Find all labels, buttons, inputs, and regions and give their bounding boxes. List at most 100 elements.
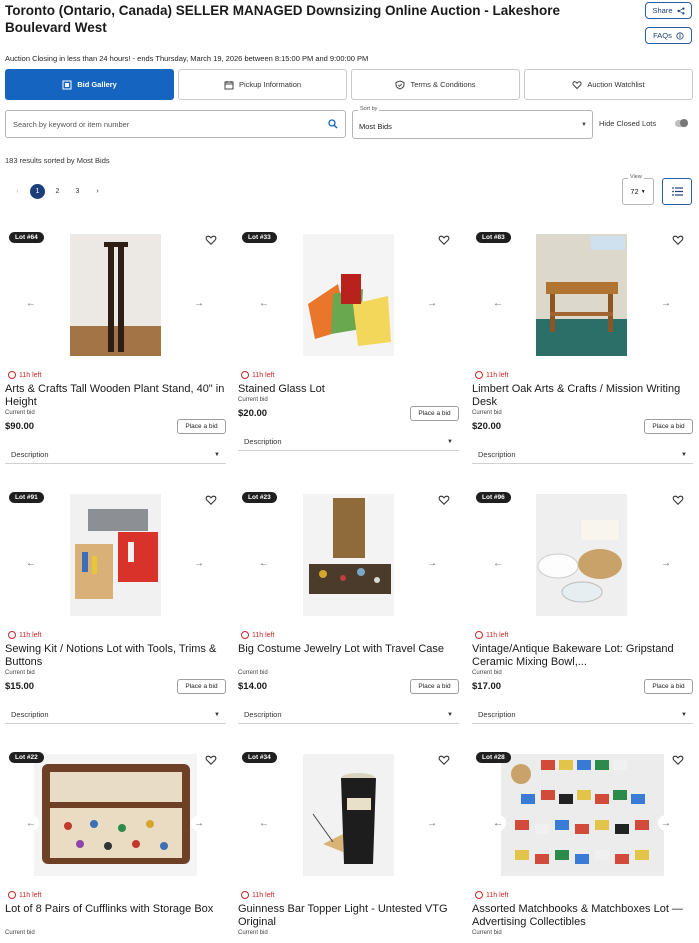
lot-photo[interactable] bbox=[303, 494, 394, 616]
sort-select[interactable]: Sort by Most Bids ▼ bbox=[352, 106, 593, 139]
chevron-down-icon: ▼ bbox=[681, 451, 687, 458]
description-toggle[interactable]: Description ▼ bbox=[238, 433, 459, 451]
page-button[interactable]: 3 bbox=[70, 184, 85, 199]
hide-closed-toggle[interactable] bbox=[675, 119, 688, 127]
prev-image-icon[interactable]: ← bbox=[490, 555, 506, 571]
next-image-icon[interactable]: → bbox=[424, 815, 440, 831]
prev-image-icon[interactable]: ← bbox=[256, 555, 272, 571]
lot-title[interactable]: Guinness Bar Topper Light - Untested VTG… bbox=[238, 903, 459, 929]
time-left-text: 11h left bbox=[19, 631, 42, 639]
tab-label: Terms & Conditions bbox=[410, 80, 476, 89]
chevron-down-icon: ▼ bbox=[640, 188, 646, 195]
next-image-icon[interactable]: → bbox=[191, 555, 207, 571]
description-label: Description bbox=[244, 437, 282, 446]
prev-page-button[interactable]: ‹ bbox=[10, 184, 25, 199]
next-image-icon[interactable]: → bbox=[191, 815, 207, 831]
lot-title[interactable]: Arts & Crafts Tall Wooden Plant Stand, 4… bbox=[5, 383, 226, 409]
next-image-icon[interactable]: → bbox=[658, 295, 674, 311]
tab-auction-watchlist[interactable]: Auction Watchlist bbox=[524, 69, 693, 100]
lot-photo[interactable] bbox=[70, 234, 161, 356]
search-input[interactable]: Search by keyword or item number bbox=[5, 110, 346, 138]
place-bid-button[interactable]: Place a bid bbox=[410, 406, 459, 421]
watch-heart-icon[interactable] bbox=[438, 494, 450, 506]
lot-card[interactable]: Lot #64 ← → 11h left Arts & Crafts Tall … bbox=[5, 226, 226, 478]
lot-title[interactable]: Vintage/Antique Bakeware Lot: Gripstand … bbox=[472, 643, 693, 669]
lot-photo[interactable] bbox=[34, 754, 197, 876]
lot-title[interactable]: Lot of 8 Pairs of Cufflinks with Storage… bbox=[5, 903, 226, 916]
view-count-select[interactable]: 72 ▼ bbox=[622, 178, 654, 205]
lot-card[interactable]: Lot #34 ← → 11h left Guinness Bar Topper… bbox=[238, 746, 459, 943]
lot-card[interactable]: Lot #33 ← → 11h left Stained Glass Lot C… bbox=[238, 226, 459, 478]
place-bid-button[interactable]: Place a bid bbox=[644, 419, 693, 434]
watch-heart-icon[interactable] bbox=[672, 234, 684, 246]
time-left-text: 11h left bbox=[252, 371, 275, 379]
share-button[interactable]: Share bbox=[645, 2, 692, 19]
next-image-icon[interactable]: → bbox=[191, 295, 207, 311]
place-bid-button[interactable]: Place a bid bbox=[410, 679, 459, 694]
lot-card[interactable]: Lot #83 ← → 11h left Limbert Oak Arts & … bbox=[472, 226, 693, 478]
watch-heart-icon[interactable] bbox=[438, 234, 450, 246]
next-image-icon[interactable]: → bbox=[658, 815, 674, 831]
prev-image-icon[interactable]: ← bbox=[23, 555, 39, 571]
time-left-text: 11h left bbox=[486, 631, 509, 639]
watch-heart-icon[interactable] bbox=[438, 754, 450, 766]
search-icon[interactable] bbox=[328, 119, 338, 129]
lot-photo[interactable] bbox=[501, 754, 664, 876]
place-bid-button[interactable]: Place a bid bbox=[177, 679, 226, 694]
watch-heart-icon[interactable] bbox=[672, 494, 684, 506]
lot-title[interactable]: Limbert Oak Arts & Crafts / Mission Writ… bbox=[472, 383, 693, 409]
lot-title[interactable]: Sewing Kit / Notions Lot with Tools, Tri… bbox=[5, 643, 226, 669]
prev-image-icon[interactable]: ← bbox=[23, 815, 39, 831]
next-image-icon[interactable]: → bbox=[424, 555, 440, 571]
watch-heart-icon[interactable] bbox=[672, 754, 684, 766]
lot-card[interactable]: Lot #23 ← → 11h left Big Costume Jewelry… bbox=[238, 486, 459, 738]
list-view-button[interactable] bbox=[662, 178, 692, 205]
lot-photo[interactable] bbox=[303, 754, 394, 876]
lot-photo[interactable] bbox=[70, 494, 161, 616]
tab-terms-conditions[interactable]: Terms & Conditions bbox=[351, 69, 520, 100]
current-bid-label: Current bid bbox=[238, 930, 268, 936]
description-toggle[interactable]: Description ▼ bbox=[472, 446, 693, 464]
prev-image-icon[interactable]: ← bbox=[256, 295, 272, 311]
time-left-text: 11h left bbox=[252, 631, 275, 639]
pagination: ‹ 1 2 3 › bbox=[10, 184, 105, 199]
place-bid-button[interactable]: Place a bid bbox=[177, 419, 226, 434]
prev-image-icon[interactable]: ← bbox=[490, 815, 506, 831]
faq-button[interactable]: FAQs bbox=[645, 27, 692, 44]
lot-card[interactable]: Lot #28 ← → 11h left Assorted Matchbooks… bbox=[472, 746, 693, 943]
view-count-value: 72 bbox=[630, 187, 639, 196]
lot-title[interactable]: Big Costume Jewelry Lot with Travel Case bbox=[238, 643, 459, 656]
next-image-icon[interactable]: → bbox=[424, 295, 440, 311]
tab-bid-gallery[interactable]: Bid Gallery bbox=[5, 69, 174, 100]
time-left: 11h left bbox=[8, 371, 41, 379]
lot-card[interactable]: Lot #22 ← → 11h left Lot of 8 Pairs of C… bbox=[5, 746, 226, 943]
lot-title[interactable]: Stained Glass Lot bbox=[238, 383, 459, 396]
description-toggle[interactable]: Description ▼ bbox=[238, 706, 459, 724]
next-page-button[interactable]: › bbox=[90, 184, 105, 199]
tab-pickup-information[interactable]: Pickup Information bbox=[178, 69, 347, 100]
prev-image-icon[interactable]: ← bbox=[23, 295, 39, 311]
calendar-icon bbox=[224, 80, 234, 89]
current-bid-label: Current bid bbox=[472, 930, 502, 936]
next-image-icon[interactable]: → bbox=[658, 555, 674, 571]
lot-card[interactable]: Lot #91 ← → 11h left Sewing Kit / Notion… bbox=[5, 486, 226, 738]
page-button[interactable]: 2 bbox=[50, 184, 65, 199]
description-toggle[interactable]: Description ▼ bbox=[5, 706, 226, 724]
prev-image-icon[interactable]: ← bbox=[256, 815, 272, 831]
watch-heart-icon[interactable] bbox=[205, 494, 217, 506]
lot-photo[interactable] bbox=[536, 234, 627, 356]
lot-photo[interactable] bbox=[303, 234, 394, 356]
watch-heart-icon[interactable] bbox=[205, 754, 217, 766]
info-icon bbox=[676, 31, 684, 40]
prev-image-icon[interactable]: ← bbox=[490, 295, 506, 311]
watch-heart-icon[interactable] bbox=[205, 234, 217, 246]
description-toggle[interactable]: Description ▼ bbox=[5, 446, 226, 464]
time-left-text: 11h left bbox=[486, 891, 509, 899]
place-bid-button[interactable]: Place a bid bbox=[644, 679, 693, 694]
lot-title[interactable]: Assorted Matchbooks & Matchboxes Lot — A… bbox=[472, 903, 693, 929]
description-toggle[interactable]: Description ▼ bbox=[472, 706, 693, 724]
page-button[interactable]: 1 bbox=[30, 184, 45, 199]
lot-card[interactable]: Lot #96 ← → 11h left Vintage/Antique Bak… bbox=[472, 486, 693, 738]
description-label: Description bbox=[11, 450, 49, 459]
lot-photo[interactable] bbox=[536, 494, 627, 616]
